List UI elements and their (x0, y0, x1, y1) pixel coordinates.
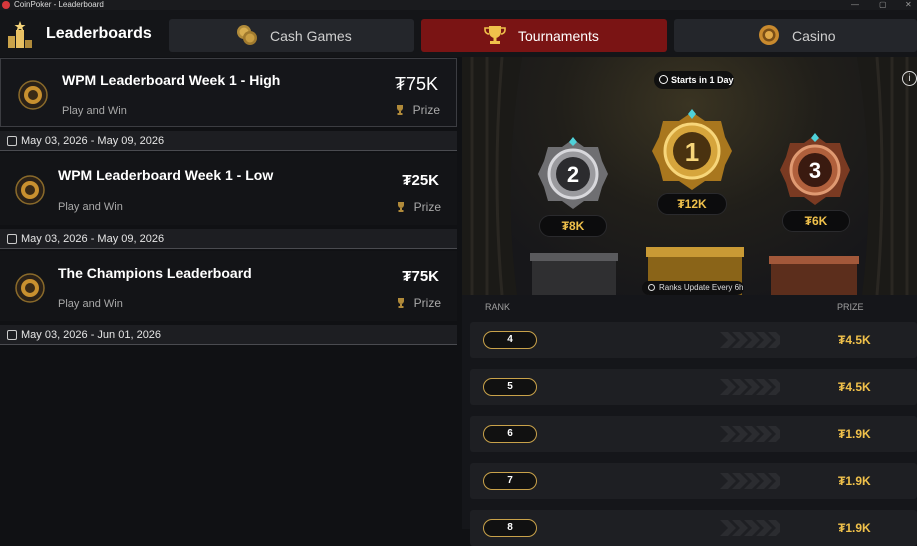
brand: Leaderboards (0, 10, 165, 57)
date-range: May 03, 2026 - May 09, 2026 (21, 233, 165, 245)
chevrons-decoration (720, 426, 780, 442)
window-title: CoinPoker - Leaderboard (14, 0, 104, 9)
tab-casino[interactable]: Casino (674, 19, 917, 52)
leaderboard-dates: May 03, 2026 - May 09, 2026 (0, 229, 457, 249)
calendar-icon (7, 330, 17, 340)
clock-icon (648, 284, 655, 291)
rank-badge: 7 (483, 472, 537, 490)
coinpoker-logo-icon (2, 1, 10, 9)
rank-row: 4 ₮4.5K (470, 322, 917, 358)
maximize-icon[interactable]: ▢ (879, 0, 887, 10)
title-bar: CoinPoker - Leaderboard — ▢ ✕ (0, 0, 917, 10)
chevrons-decoration (720, 520, 780, 536)
rank-badge: 6 (483, 425, 537, 443)
leaderboard-subtitle: Play and Win (58, 201, 123, 213)
trophy-icon (395, 104, 405, 116)
rank-row: 5 ₮4.5K (470, 369, 917, 405)
tab-cash-games-label: Cash Games (270, 28, 352, 44)
chevrons-decoration (720, 473, 780, 489)
clock-icon (659, 75, 668, 84)
ranks-update-badge: Ranks Update Every 6h (642, 281, 744, 295)
rank-row: 6 ₮1.9K (470, 416, 917, 452)
leaderboard-amount: ₮25K (402, 172, 439, 189)
close-icon[interactable]: ✕ (905, 0, 912, 10)
leaderboard-list: WPM Leaderboard Week 1 - High Play and W… (0, 57, 458, 529)
gold-medal-icon: 1 (652, 109, 732, 190)
prize-label: Prize (395, 103, 440, 117)
prize-label: Prize (396, 296, 441, 310)
calendar-icon (7, 234, 17, 244)
rank-row: 7 ₮1.9K (470, 463, 917, 499)
prize-pill: ₮6K (782, 210, 850, 232)
leaderboard-card[interactable]: WPM Leaderboard Week 1 - Low Play and Wi… (0, 153, 457, 225)
leaderboard-card[interactable]: The Champions Leaderboard Play and Win ₮… (0, 251, 457, 321)
calendar-icon (7, 136, 17, 146)
rank-column-header: RANK (485, 302, 511, 312)
leaderboard-name: WPM Leaderboard Week 1 - Low (58, 167, 274, 183)
starts-text: Starts in 1 Day (671, 75, 734, 85)
medal-rank: 1 (685, 137, 699, 167)
coins-icon (237, 25, 257, 45)
leaderboard-name: The Champions Leaderboard (58, 265, 252, 281)
rank-prize: ₮4.5K (838, 380, 871, 394)
prize-pill: ₮12K (657, 193, 727, 215)
rank-badge: 5 (483, 378, 537, 396)
rank-prize: ₮1.9K (838, 427, 871, 441)
trophy-icon (484, 26, 506, 44)
date-range: May 03, 2026 - Jun 01, 2026 (21, 329, 162, 341)
bronze-podium-box (769, 256, 859, 295)
trophy-icon (396, 201, 406, 213)
tab-tournaments[interactable]: Tournaments (421, 19, 667, 52)
chevrons-decoration (720, 379, 780, 395)
rank-row: 8 ₮1.9K (470, 510, 917, 546)
prize-pill: ₮8K (539, 215, 607, 237)
podium: Starts in 1 Day i 2 ₮8K 1 ₮12K 3 ₮6K Ran… (462, 57, 917, 295)
medal-rank: 2 (567, 162, 579, 187)
coinpoker-coin-icon (15, 175, 45, 205)
casino-chip-icon (759, 25, 779, 45)
leaderboard-card[interactable]: WPM Leaderboard Week 1 - High Play and W… (0, 58, 457, 127)
leaderboard-subtitle: Play and Win (62, 105, 127, 117)
leaderboard-podium-icon (8, 21, 32, 48)
silver-podium-box (530, 253, 618, 295)
leaderboard-amount: ₮75K (394, 74, 438, 94)
leaderboard-subtitle: Play and Win (58, 298, 123, 310)
rank-badge: 8 (483, 519, 537, 537)
curtain-left-decoration (462, 57, 522, 295)
coinpoker-coin-icon (18, 80, 48, 110)
info-icon[interactable]: i (902, 71, 917, 86)
bronze-medal-icon: 3 (780, 133, 850, 205)
silver-medal-icon: 2 (538, 137, 608, 209)
leaderboard-name: WPM Leaderboard Week 1 - High (62, 72, 281, 88)
rank-badge: 4 (483, 331, 537, 349)
tab-tournaments-label: Tournaments (518, 28, 599, 44)
page-title: Leaderboards (46, 25, 152, 42)
leaderboard-detail: Starts in 1 Day i 2 ₮8K 1 ₮12K 3 ₮6K Ran… (462, 57, 917, 546)
chevrons-decoration (720, 332, 780, 348)
leaderboard-dates: May 03, 2026 - May 09, 2026 (0, 131, 457, 151)
prize-column-header: PRIZE (837, 302, 864, 312)
top-navigation: Leaderboards Cash Games Tournaments Casi… (0, 10, 917, 57)
date-range: May 03, 2026 - May 09, 2026 (21, 135, 165, 147)
rank-prize: ₮1.9K (838, 521, 871, 535)
medal-rank: 3 (809, 158, 821, 183)
rank-prize: ₮4.5K (838, 333, 871, 347)
minimize-icon[interactable]: — (851, 0, 859, 10)
leaderboard-dates: May 03, 2026 - Jun 01, 2026 (0, 325, 457, 345)
coinpoker-coin-icon (15, 273, 45, 303)
trophy-icon (396, 297, 406, 309)
starts-badge: Starts in 1 Day (654, 71, 734, 89)
leaderboard-amount: ₮75K (402, 268, 439, 285)
rank-prize: ₮1.9K (838, 474, 871, 488)
ranks-update-text: Ranks Update Every 6h (659, 283, 744, 292)
tab-casino-label: Casino (792, 28, 836, 44)
tab-cash-games[interactable]: Cash Games (169, 19, 414, 52)
prize-label: Prize (396, 200, 441, 214)
